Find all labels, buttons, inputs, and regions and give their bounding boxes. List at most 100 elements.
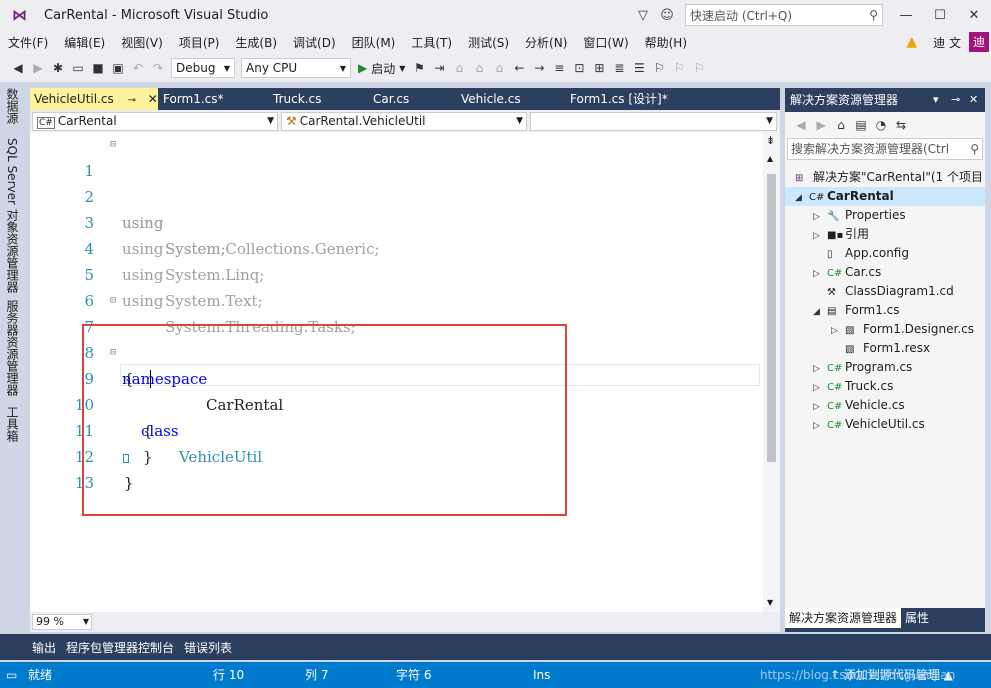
tab-solution-explorer[interactable]: 解决方案资源管理器 xyxy=(785,608,902,628)
project-dropdown[interactable]: C# CarRental ▼ xyxy=(32,112,278,131)
navigate-forward-icon[interactable]: → xyxy=(529,61,549,75)
tab-data-sources[interactable]: 数据源 xyxy=(4,88,21,124)
solution-search-input[interactable]: 搜索解决方案资源管理器(Ctrl ⚲ xyxy=(787,138,983,160)
expanded-icon[interactable]: ◢ xyxy=(795,189,809,208)
menu-project[interactable]: 项目(P) xyxy=(171,34,228,51)
type-dropdown[interactable]: ⚒ CarRental.VehicleUtil ▼ xyxy=(281,112,527,131)
bookmark-next-icon[interactable]: ⚐ xyxy=(669,61,689,75)
dropdown-icon[interactable]: ▾ xyxy=(933,88,939,112)
lock-icon[interactable]: ⊡ xyxy=(569,61,589,75)
bookmark-toggle-icon[interactable]: ⚐ xyxy=(649,61,669,75)
menu-build[interactable]: 生成(B) xyxy=(227,34,285,51)
forward-icon[interactable]: ▶ xyxy=(811,118,831,132)
tab-toolbox[interactable]: 工具箱 xyxy=(4,406,21,442)
collapse-icon[interactable]: ⊟ xyxy=(110,288,116,314)
save-all-icon[interactable]: ▣ xyxy=(108,61,128,75)
forward-icon[interactable]: ▶ xyxy=(28,61,48,75)
tab-car[interactable]: Car.cs xyxy=(369,88,409,110)
close-button[interactable]: ✕ xyxy=(957,8,991,23)
collapsed-icon[interactable]: ▷ xyxy=(813,417,827,436)
solution-config-select[interactable]: Debug ▼ xyxy=(171,58,235,78)
menu-analyze[interactable]: 分析(N) xyxy=(517,34,575,51)
close-icon[interactable]: ✕ xyxy=(969,88,978,112)
tree-item-project[interactable]: ◢ C# CarRental xyxy=(785,187,985,206)
menu-team[interactable]: 团队(M) xyxy=(344,34,404,51)
comment-icon[interactable]: ≡ xyxy=(549,61,569,75)
close-icon[interactable]: ✕ xyxy=(148,92,158,106)
menu-view[interactable]: 视图(V) xyxy=(113,34,171,51)
browser-link-icon[interactable]: ⚑ xyxy=(409,61,429,75)
avatar[interactable]: 迪 xyxy=(969,32,989,52)
tree-item-classdiagram[interactable]: ⚒ ClassDiagram1.cd xyxy=(827,282,954,301)
collapse-icon[interactable]: ⊟ xyxy=(110,132,116,158)
warning-icon[interactable]: ▲ xyxy=(906,34,917,50)
tree-item-form1-designer[interactable]: ▷ ▧ Form1.Designer.cs xyxy=(831,320,974,339)
step-icon[interactable]: ⇥ xyxy=(429,61,449,75)
menu-window[interactable]: 窗口(W) xyxy=(575,34,636,51)
tab-error-list[interactable]: 错误列表 xyxy=(184,639,232,656)
tab-truck[interactable]: Truck.cs xyxy=(269,88,321,110)
pin-icon[interactable]: ⊸ xyxy=(128,95,136,106)
menu-debug[interactable]: 调试(D) xyxy=(285,34,344,51)
member-dropdown[interactable]: ▼ xyxy=(530,112,777,131)
platform-select[interactable]: Any CPU ▼ xyxy=(241,58,351,78)
class-view-icon[interactable]: ⊞ xyxy=(589,61,609,75)
tree-item-form1-resx[interactable]: ▧ Form1.resx xyxy=(845,339,930,358)
collapsed-icon[interactable]: ▷ xyxy=(831,322,845,341)
tab-vehicle[interactable]: Vehicle.cs xyxy=(457,88,521,110)
tree-item-app-config[interactable]: ▯ App.config xyxy=(827,244,909,263)
tree-item-properties[interactable]: ▷ 🔧 Properties xyxy=(813,206,906,225)
code-editor[interactable]: 1 ⊟ using System; 2 using System.Collect… xyxy=(30,132,763,612)
next-bookmark-icon[interactable]: ⌂ xyxy=(489,61,509,75)
tree-item-car-cs[interactable]: ▷ C# Car.cs xyxy=(813,263,881,282)
menu-tools[interactable]: 工具(T) xyxy=(403,34,460,51)
tab-form1[interactable]: Form1.cs* xyxy=(159,88,224,110)
undo-icon[interactable]: ↶ xyxy=(128,61,148,75)
pin-icon[interactable]: ⊸ xyxy=(951,88,960,112)
switch-views-icon[interactable]: ▤ xyxy=(851,118,871,132)
tree-item-truck-cs[interactable]: ▷ C# Truck.cs xyxy=(813,377,893,396)
menu-test[interactable]: 测试(S) xyxy=(460,34,517,51)
tab-output[interactable]: 输出 xyxy=(32,639,56,656)
scrollbar-thumb[interactable] xyxy=(767,174,776,462)
expanded-icon[interactable]: ◢ xyxy=(813,303,827,322)
scroll-up-icon[interactable]: ▲ xyxy=(767,154,773,163)
collapsed-icon[interactable]: ▷ xyxy=(813,265,827,284)
back-icon[interactable]: ◀ xyxy=(8,61,28,75)
new-project-icon[interactable]: ✱ xyxy=(48,61,68,75)
redo-icon[interactable]: ↷ xyxy=(148,61,168,75)
pending-changes-icon[interactable]: ◔ xyxy=(871,118,891,132)
sync-icon[interactable]: ⇆ xyxy=(891,118,911,132)
tree-item-vehicleutil-cs[interactable]: ▷ C# VehicleUtil.cs xyxy=(813,415,925,434)
format-icon[interactable]: ☰ xyxy=(629,61,649,75)
tree-item-form1-cs[interactable]: ◢ ▤ Form1.cs xyxy=(813,301,900,320)
tree-item-solution[interactable]: ⊞ 解决方案"CarRental"(1 个项目 xyxy=(795,168,983,187)
minimize-button[interactable]: — xyxy=(889,8,923,23)
collapsed-icon[interactable]: ▷ xyxy=(813,227,827,246)
quick-launch-input[interactable]: 快速启动 (Ctrl+Q) ⚲ xyxy=(685,4,883,26)
tab-server-explorer[interactable]: 服务器资源管理器 xyxy=(4,300,21,396)
menu-edit[interactable]: 编辑(E) xyxy=(56,34,113,51)
menu-file[interactable]: 文件(F) xyxy=(0,34,56,51)
filter-icon[interactable]: ▽ xyxy=(631,8,655,23)
tree-item-vehicle-cs[interactable]: ▷ C# Vehicle.cs xyxy=(813,396,905,415)
feedback-icon[interactable]: ☺ xyxy=(655,8,679,23)
tab-form1-designer[interactable]: Form1.cs [设计]* xyxy=(566,88,668,110)
vertical-scrollbar[interactable]: ⇟ ▲ ▼ xyxy=(763,132,780,612)
home-icon[interactable]: ⌂ xyxy=(831,118,851,132)
tab-package-manager-console[interactable]: 程序包管理器控制台 xyxy=(66,639,174,656)
save-icon[interactable]: ■ xyxy=(88,61,108,75)
tab-properties[interactable]: 属性 xyxy=(901,608,933,628)
tree-item-references[interactable]: ▷ ■▪ 引用 xyxy=(813,225,869,244)
uncomment-icon[interactable]: ≣ xyxy=(609,61,629,75)
tree-item-program-cs[interactable]: ▷ C# Program.cs xyxy=(813,358,912,377)
split-icon[interactable]: ⇟ xyxy=(766,134,775,147)
open-file-icon[interactable]: ▭ xyxy=(68,61,88,75)
scroll-down-icon[interactable]: ▼ xyxy=(767,598,773,607)
prev-bookmark-icon[interactable]: ⌂ xyxy=(469,61,489,75)
maximize-button[interactable]: ☐ xyxy=(923,8,957,23)
zoom-select[interactable]: 99 % ▼ xyxy=(32,614,92,630)
menu-help[interactable]: 帮助(H) xyxy=(637,34,695,51)
tab-sql-server-explorer[interactable]: SQL Server 对象资源管理器 xyxy=(4,138,21,293)
bookmark-clear-icon[interactable]: ⚐ xyxy=(689,61,709,75)
